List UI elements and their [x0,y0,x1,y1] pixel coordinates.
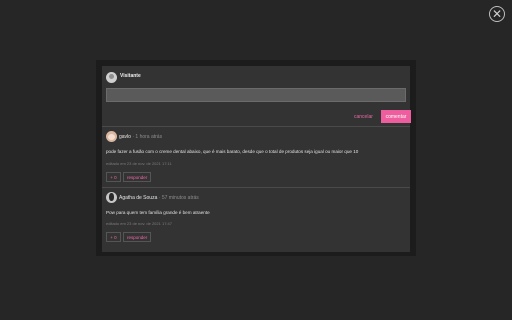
comment-time: · 57 minutos atrás [158,195,199,201]
comment-composer: Visitante cancelar comentar [102,66,411,124]
page-footer-strip [0,316,512,320]
composer-username: Visitante [120,73,141,79]
comments-panel: Visitante cancelar comentar gavlo · 1 ho… [102,66,411,252]
comment-header: gavlo · 1 hora atrás [119,134,162,140]
woman-avatar-icon [106,192,117,203]
close-icon: ✕ [491,7,503,21]
comment-item: gavlo · 1 hora atrás pode fazer a fusão … [102,131,410,187]
comment-input[interactable] [106,88,406,102]
comments-modal: Visitante cancelar comentar gavlo · 1 ho… [96,60,416,256]
reply-button[interactable]: responder [123,172,152,182]
comment-item: Agatha de Souza · 57 minutos atrás Pow p… [102,192,410,248]
comment-text: pode fazer a fusão com o creme dental ab… [106,149,359,154]
comment-text: Pow para quem tem família grande é bem a… [106,210,210,215]
comment-author[interactable]: Agatha de Souza [119,195,157,201]
upvote-button[interactable]: + 0 [106,172,121,182]
close-overlay-button[interactable]: ✕ [489,6,505,22]
divider [102,126,410,127]
comment-author[interactable]: gavlo [119,134,131,140]
submit-comment-button[interactable]: comentar [381,110,411,123]
divider [102,187,410,188]
guest-avatar-icon [106,72,117,83]
cat-avatar-icon [106,131,117,142]
comment-header: Agatha de Souza · 57 minutos atrás [119,195,199,201]
reply-button[interactable]: responder [123,232,152,242]
comment-time: · 1 hora atrás [132,134,163,140]
comment-edited-meta: editado em 23 de nov. de 2021 17:11 [106,161,172,166]
upvote-button[interactable]: + 0 [106,232,121,242]
cancel-button[interactable]: cancelar [354,114,373,120]
comment-edited-meta: editado em 23 de nov. de 2021 17:47 [106,221,172,226]
